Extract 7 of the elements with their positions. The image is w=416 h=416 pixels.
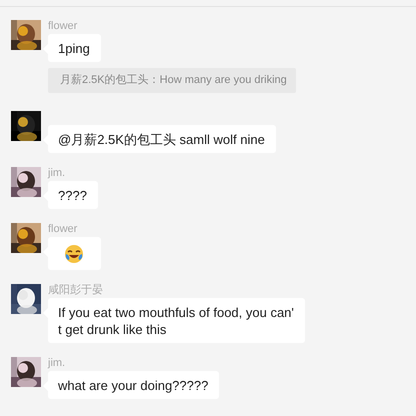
sender-name: flower [48, 20, 78, 33]
sender-name: flower [48, 223, 78, 236]
sender-name: 咸阳彭于晏 [48, 284, 103, 297]
quoted-message: 月薪2.5K的包工头：How many are you driking [48, 68, 296, 93]
sender-name: jim. [48, 357, 66, 370]
sender-name: jim. [48, 167, 66, 180]
laughing-crying-face-icon [64, 244, 84, 264]
